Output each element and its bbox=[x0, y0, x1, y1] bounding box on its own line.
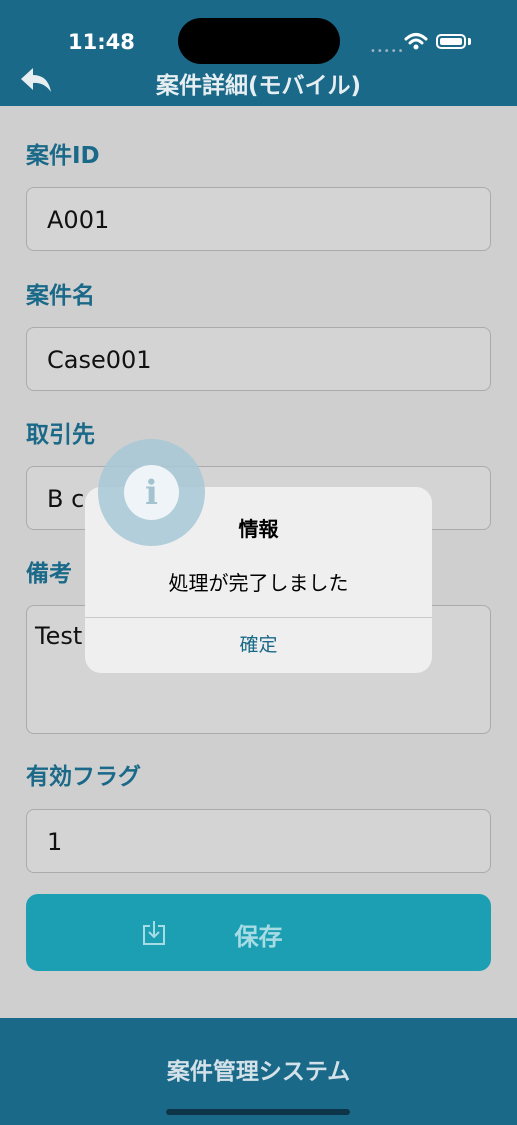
save-button-label: 保存 bbox=[234, 923, 283, 951]
status-time: 11:48 bbox=[68, 30, 135, 54]
app-header: 11:48 ••••• 案件詳細(モバイル) bbox=[0, 0, 517, 106]
client-label: 取引先 bbox=[26, 422, 95, 448]
app-footer: 案件管理システム bbox=[0, 1018, 517, 1125]
active-flag-label: 有効フラグ bbox=[26, 764, 141, 790]
battery-cap bbox=[468, 38, 471, 45]
info-icon: i bbox=[124, 465, 179, 520]
case-name-field[interactable]: Case001 bbox=[26, 327, 491, 391]
remarks-label: 備考 bbox=[26, 561, 72, 587]
signal-icon: ••••• bbox=[370, 46, 405, 57]
case-id-field[interactable]: A001 bbox=[26, 187, 491, 251]
battery-icon bbox=[436, 34, 466, 49]
dialog-confirm-button[interactable]: 確定 bbox=[85, 617, 432, 673]
case-id-label: 案件ID bbox=[26, 143, 100, 169]
footer-title: 案件管理システム bbox=[166, 1059, 351, 1085]
dynamic-island bbox=[178, 18, 340, 64]
dialog-message: 処理が完了しました bbox=[168, 571, 349, 595]
active-flag-field[interactable]: 1 bbox=[26, 809, 491, 873]
wifi-icon bbox=[404, 33, 428, 50]
home-indicator bbox=[166, 1109, 350, 1115]
case-name-label: 案件名 bbox=[26, 283, 95, 309]
info-glyph: i bbox=[145, 473, 158, 513]
page-title: 案件詳細(モバイル) bbox=[155, 73, 362, 99]
save-button[interactable]: 保存 bbox=[26, 894, 491, 971]
